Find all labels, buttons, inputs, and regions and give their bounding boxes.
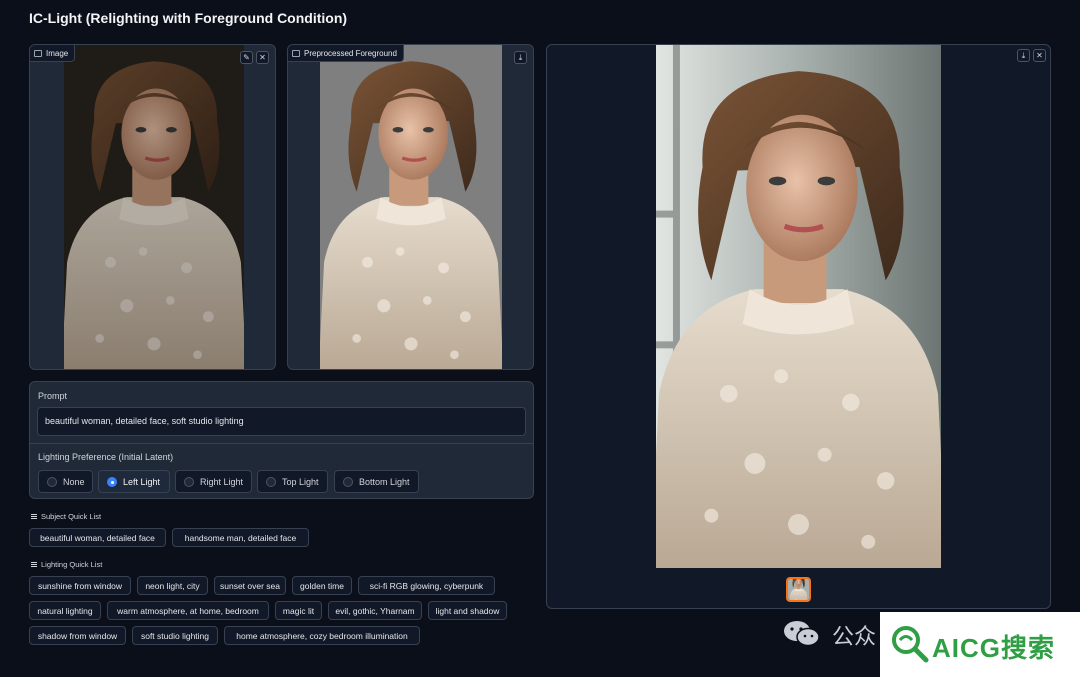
radio-left-light[interactable]: Left Light [98, 470, 170, 493]
lighting-chip[interactable]: sci-fi RGB glowing, cyberpunk [358, 576, 495, 595]
lighting-chip[interactable]: light and shadow [428, 601, 507, 620]
radio-dot [184, 476, 194, 487]
input-image-panel[interactable]: Image ✎ ✕ [29, 44, 276, 370]
lighting-chip[interactable]: neon light, city [137, 576, 208, 595]
output-photo [656, 45, 941, 568]
lighting-list-title: Lighting Quick List [31, 560, 102, 569]
prompt-input[interactable]: beautiful woman, detailed face, soft stu… [37, 407, 526, 436]
preprocessed-photo [320, 45, 502, 369]
radio-none[interactable]: None [38, 470, 93, 493]
lighting-chip[interactable]: golden time [292, 576, 352, 595]
close-icon[interactable]: ✕ [256, 51, 269, 64]
list-icon [31, 562, 37, 567]
magnifier-logo-icon [892, 626, 929, 663]
lighting-chip[interactable]: magic lit [275, 601, 322, 620]
pencil-icon[interactable]: ✎ [240, 51, 253, 64]
close-icon[interactable]: ✕ [1033, 49, 1046, 62]
radio-top-light[interactable]: Top Light [257, 470, 328, 493]
input-photo [64, 45, 244, 369]
subject-chip[interactable]: beautiful woman, detailed face [29, 528, 166, 547]
image-icon [292, 49, 300, 57]
gallery-thumbnail[interactable] [786, 577, 811, 602]
radio-dot [266, 476, 276, 487]
download-icon[interactable]: ⤓ [514, 51, 527, 64]
lighting-chip[interactable]: soft studio lighting [132, 626, 218, 645]
download-icon[interactable]: ⤓ [1017, 49, 1030, 62]
lighting-pref-label: Lighting Preference (Initial Latent) [38, 452, 174, 462]
lighting-chip[interactable]: sunshine from window [29, 576, 131, 595]
lighting-chip[interactable]: natural lighting [29, 601, 101, 620]
watermark-brand: AICG搜索 [932, 633, 1056, 663]
list-icon [31, 514, 37, 519]
page-title: IC-Light (Relighting with Foreground Con… [29, 10, 348, 26]
form-divider [29, 443, 534, 444]
image-icon [34, 49, 42, 57]
prompt-label: Prompt [38, 391, 68, 401]
lighting-chip[interactable]: warm atmosphere, at home, bedroom [107, 601, 269, 620]
radio-right-light[interactable]: Right Light [175, 470, 252, 493]
preprocessed-panel[interactable]: Preprocessed Foreground ⤓ [287, 44, 534, 370]
input-image-label: Image [30, 45, 76, 62]
lighting-chip[interactable]: home atmosphere, cozy bedroom illuminati… [224, 626, 420, 645]
radio-dot-selected [107, 476, 117, 487]
radio-bottom-light[interactable]: Bottom Light [334, 470, 419, 493]
radio-dot [343, 476, 353, 487]
lighting-chip[interactable]: sunset over sea [214, 576, 286, 595]
subject-chip[interactable]: handsome man, detailed face [172, 528, 309, 547]
watermark-wechat-text: 公众 [832, 624, 877, 649]
preprocessed-label: Preprocessed Foreground [288, 45, 404, 62]
subject-list-title: Subject Quick List [31, 512, 101, 521]
lighting-chip[interactable]: shadow from window [29, 626, 126, 645]
wechat-icon [784, 621, 820, 647]
radio-dot [47, 476, 57, 487]
lighting-chip[interactable]: evil, gothic, Yharnam [328, 601, 422, 620]
